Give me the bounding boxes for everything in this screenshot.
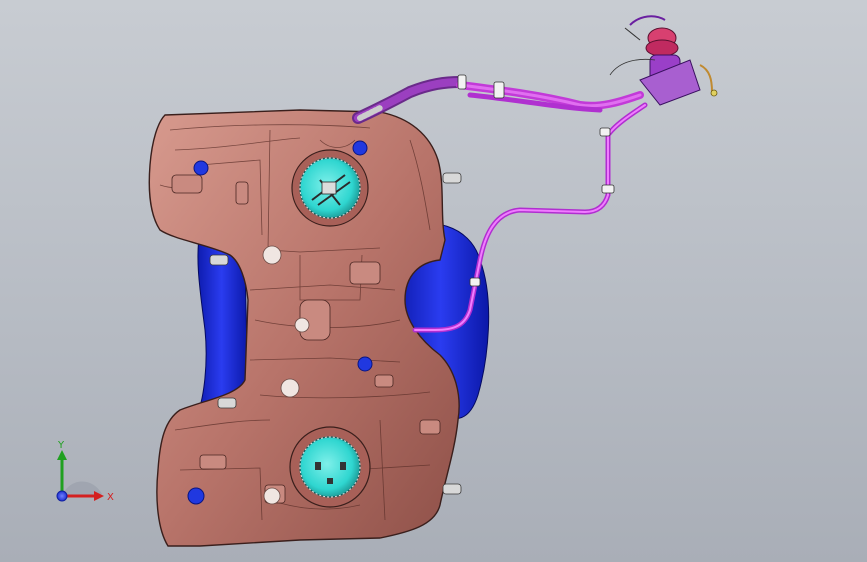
plug-bottom-left — [187, 487, 205, 505]
plug-top-left — [193, 160, 209, 176]
y-axis-label: Y — [57, 440, 65, 451]
cad-viewport[interactable]: Y X — [0, 0, 867, 562]
plug-top-right — [352, 140, 368, 156]
plug-middle — [357, 356, 373, 372]
y-axis-arrow — [57, 450, 67, 460]
evap-canister-assembly[interactable] — [609, 15, 718, 106]
fuel-pump-module-bottom[interactable] — [289, 426, 371, 508]
z-axis-origin — [56, 490, 68, 502]
coordinate-triad: Y X — [56, 440, 114, 503]
fuel-pump-module-top[interactable] — [291, 149, 369, 227]
x-axis-label: X — [107, 492, 114, 503]
